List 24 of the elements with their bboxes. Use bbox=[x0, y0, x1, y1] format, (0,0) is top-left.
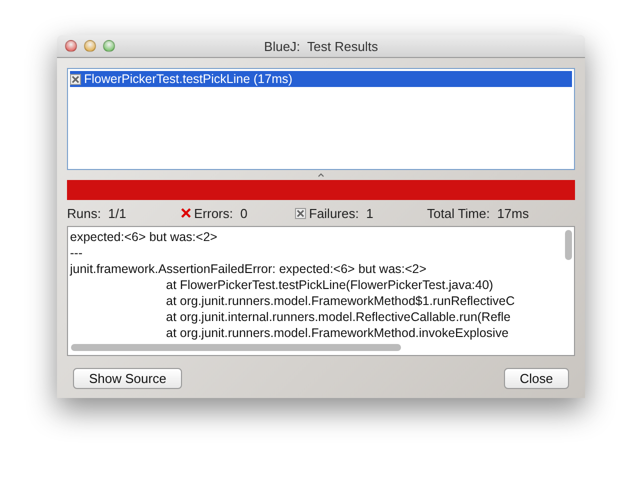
counter-label: Total Time: 17ms bbox=[427, 206, 529, 220]
close-icon[interactable] bbox=[65, 40, 77, 52]
counter-label: Runs: 1/1 bbox=[67, 206, 126, 220]
zoom-icon[interactable] bbox=[103, 40, 115, 52]
counter-label: Errors: 0 bbox=[194, 206, 248, 220]
vertical-scrollbar[interactable] bbox=[565, 230, 572, 260]
test-item[interactable]: FlowerPickerTest.testPickLine (17ms) bbox=[70, 71, 572, 87]
failure-x-icon bbox=[295, 208, 306, 218]
close-button[interactable]: Close bbox=[504, 368, 569, 389]
counter-label: Failures: 1 bbox=[309, 206, 374, 220]
horizontal-scrollbar[interactable] bbox=[71, 344, 401, 351]
trace-line: at org.junit.internal.runners.model.ReflectiveCallable.run(Refle bbox=[166, 309, 512, 325]
window-title: BlueJ: Test Results bbox=[264, 38, 378, 54]
trace-line: at org.junit.runners.model.FrameworkMethod.invokeExplosive bbox=[166, 325, 510, 341]
trace-line: --- bbox=[70, 245, 84, 261]
failure-x-icon bbox=[70, 74, 81, 84]
error-x-icon bbox=[181, 208, 191, 218]
show-source-button[interactable]: Show Source bbox=[73, 368, 182, 389]
minimize-icon[interactable] bbox=[84, 40, 96, 52]
trace-line: at org.junit.runners.model.FrameworkMethod$1.runReflectiveC bbox=[166, 293, 516, 309]
trace-line: junit.framework.AssertionFailedError: expected:<6> but was:<2> bbox=[70, 261, 428, 277]
trace-line: at FlowerPickerTest.testPickLine(FlowerPickerTest.java:40) bbox=[166, 277, 494, 293]
trace-line: expected:<6> but was:<2> bbox=[70, 229, 218, 245]
splitter-handle-icon[interactable] bbox=[318, 173, 324, 177]
